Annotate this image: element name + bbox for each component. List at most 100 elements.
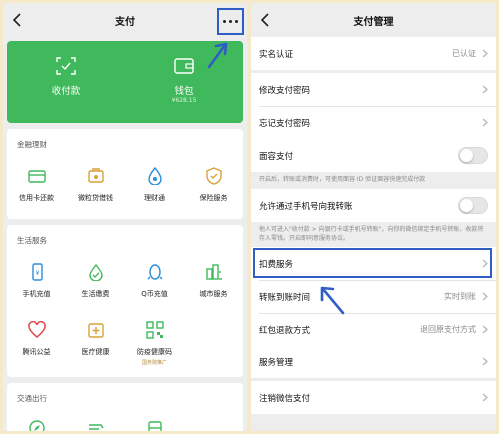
credit-card-icon — [27, 170, 46, 183]
life-services-section: 生活服务 ¥ 手机充值 生活缴费 Q币充值 城市服务 腾讯公益 医疗健康 防疫健… — [7, 225, 243, 377]
phone-transfer-row: 允许通过手机号向我转账 — [251, 189, 496, 222]
chevron-right-icon — [482, 292, 488, 301]
service-label: 微粒贷借钱 — [78, 194, 113, 202]
wealth-icon — [147, 167, 162, 185]
service-loan[interactable]: 微粒贷借钱 — [66, 167, 125, 203]
medical-icon — [87, 323, 104, 338]
red-packet-refund-row[interactable]: 红包退款方式 退回原支付方式 — [251, 313, 496, 346]
chevron-right-icon — [482, 49, 488, 58]
service-wealth[interactable]: 理财通 — [125, 167, 184, 203]
car-icon — [147, 421, 162, 431]
row-label: 红包退款方式 — [259, 325, 311, 336]
service-label: 信用卡还款 — [19, 194, 54, 202]
more-button[interactable] — [217, 8, 244, 35]
service-label: 保险服务 — [199, 194, 228, 202]
row-label: 服务管理 — [259, 357, 294, 368]
real-name-row[interactable]: 实名认证 已认证 — [251, 37, 496, 70]
service-city[interactable]: 城市服务 — [184, 263, 243, 299]
service-label: 手机充值 — [22, 290, 51, 298]
heart-icon — [27, 321, 46, 338]
wallet-label: 钱包 — [174, 86, 194, 97]
chevron-right-icon — [482, 393, 488, 402]
service-utilities[interactable]: 生活缴费 — [66, 263, 125, 299]
row-label: 实名认证 — [259, 49, 294, 60]
chevron-right-icon — [482, 259, 488, 268]
face-pay-description: 开启后，转账或消费时，可使用面容 ID 验证面容快速完成付款 — [259, 176, 426, 183]
phone-transfer-group: 允许通过手机号向我转账 — [251, 189, 496, 222]
service-charity[interactable]: 腾讯公益 — [7, 321, 66, 357]
insurance-icon — [205, 167, 222, 185]
service-label: Q币充值 — [141, 290, 168, 298]
payment-screen: 支付 收付款 钱包 ¥628.15 金融理财 信用卡还款 微粒贷借钱 理财通 保… — [3, 3, 247, 431]
section-title: 交通出行 — [17, 394, 47, 403]
service-qcoin[interactable]: Q币充值 — [125, 263, 184, 299]
deduction-service-row[interactable]: 扣费服务 — [251, 247, 496, 280]
service-label: 理财通 — [144, 194, 165, 202]
transport-section: 交通出行 — [7, 383, 243, 431]
cancel-wechat-pay-row[interactable]: 注销微信支付 — [251, 381, 496, 414]
penguin-icon — [147, 264, 162, 280]
service-sublabel: 国务院推广 — [141, 360, 167, 366]
service-phone-topup[interactable]: ¥ 手机充值 — [7, 263, 66, 299]
service-label: 医疗健康 — [81, 348, 110, 356]
row-label: 转账到账时间 — [259, 292, 311, 303]
phone-transfer-toggle[interactable] — [458, 197, 488, 214]
finance-section: 金融理财 信用卡还款 微粒贷借钱 理财通 保险服务 — [7, 129, 243, 219]
chevron-left-icon[interactable] — [259, 12, 273, 28]
real-name-status: 已认证 — [452, 49, 476, 58]
service-management-row[interactable]: 服务管理 — [251, 345, 496, 378]
service-label: 防疫健康码 — [137, 348, 172, 356]
service-transport-1[interactable] — [7, 419, 66, 431]
page-title: 支付 — [115, 16, 135, 28]
qr-code-icon — [145, 321, 164, 339]
compass-icon — [28, 420, 45, 431]
password-group: 修改支付密码 忘记支付密码 — [251, 73, 496, 139]
receive-pay-button[interactable]: 收付款 — [7, 41, 125, 123]
svg-text:¥: ¥ — [35, 270, 39, 277]
utility-icon — [88, 263, 103, 281]
verification-group: 实名认证 已认证 — [251, 37, 496, 70]
more-dot — [229, 20, 232, 23]
train-icon — [88, 424, 104, 430]
scan-qr-icon — [56, 57, 76, 75]
red-packet-refund-value: 退回原支付方式 — [420, 325, 476, 334]
chevron-right-icon — [482, 85, 488, 94]
page-title: 支付管理 — [353, 16, 394, 28]
payment-management-screen: 支付管理 实名认证 已认证 修改支付密码 忘记支付密码 面容支付 开启后，转账或… — [251, 3, 496, 431]
wallet-button[interactable]: 钱包 ¥628.15 — [125, 41, 243, 123]
receive-pay-label: 收付款 — [51, 86, 81, 97]
transfer-time-value: 实时到账 — [444, 292, 476, 301]
forgot-password-row[interactable]: 忘记支付密码 — [251, 106, 496, 139]
chevron-right-icon — [482, 357, 488, 366]
service-transport-2[interactable] — [66, 419, 125, 431]
service-label: 腾讯公益 — [22, 348, 51, 356]
more-dots-icon — [223, 20, 226, 23]
row-label: 忘记支付密码 — [259, 118, 311, 129]
more-dot — [235, 20, 238, 23]
section-title: 金融理财 — [17, 140, 47, 149]
wallet-balance: ¥628.15 — [171, 97, 197, 104]
wallet-icon — [174, 58, 194, 74]
service-label: 城市服务 — [199, 290, 228, 298]
change-password-row[interactable]: 修改支付密码 — [251, 73, 496, 106]
transfer-time-row[interactable]: 转账到账时间 实时到账 — [251, 280, 496, 313]
wallet-card: 收付款 钱包 ¥628.15 — [7, 41, 243, 123]
service-health-code[interactable]: 防疫健康码 国务院推广 — [125, 321, 184, 366]
service-transport-3[interactable] — [125, 419, 184, 431]
service-management-group: 服务管理 — [251, 345, 496, 378]
row-label: 注销微信支付 — [259, 393, 311, 404]
phone-icon: ¥ — [31, 263, 43, 281]
service-credit-card[interactable]: 信用卡还款 — [7, 167, 66, 203]
deduction-group: 扣费服务 转账到账时间 实时到账 红包退款方式 退回原支付方式 — [251, 247, 496, 346]
row-label: 允许通过手机号向我转账 — [259, 201, 353, 212]
chevron-right-icon — [482, 118, 488, 127]
service-medical[interactable]: 医疗健康 — [66, 321, 125, 357]
chevron-right-icon — [482, 325, 488, 334]
payment-top-bar: 支付 — [3, 3, 247, 37]
face-pay-toggle[interactable] — [458, 147, 488, 164]
chevron-left-icon[interactable] — [11, 12, 25, 28]
cancel-pay-group: 注销微信支付 — [251, 381, 496, 414]
city-icon — [205, 264, 222, 280]
phone-transfer-description: 他人可进入"收付款 > 向银行卡或手机号转账"，向你的微信绑定手机号转账，收款将… — [259, 226, 484, 242]
service-insurance[interactable]: 保险服务 — [184, 167, 243, 203]
